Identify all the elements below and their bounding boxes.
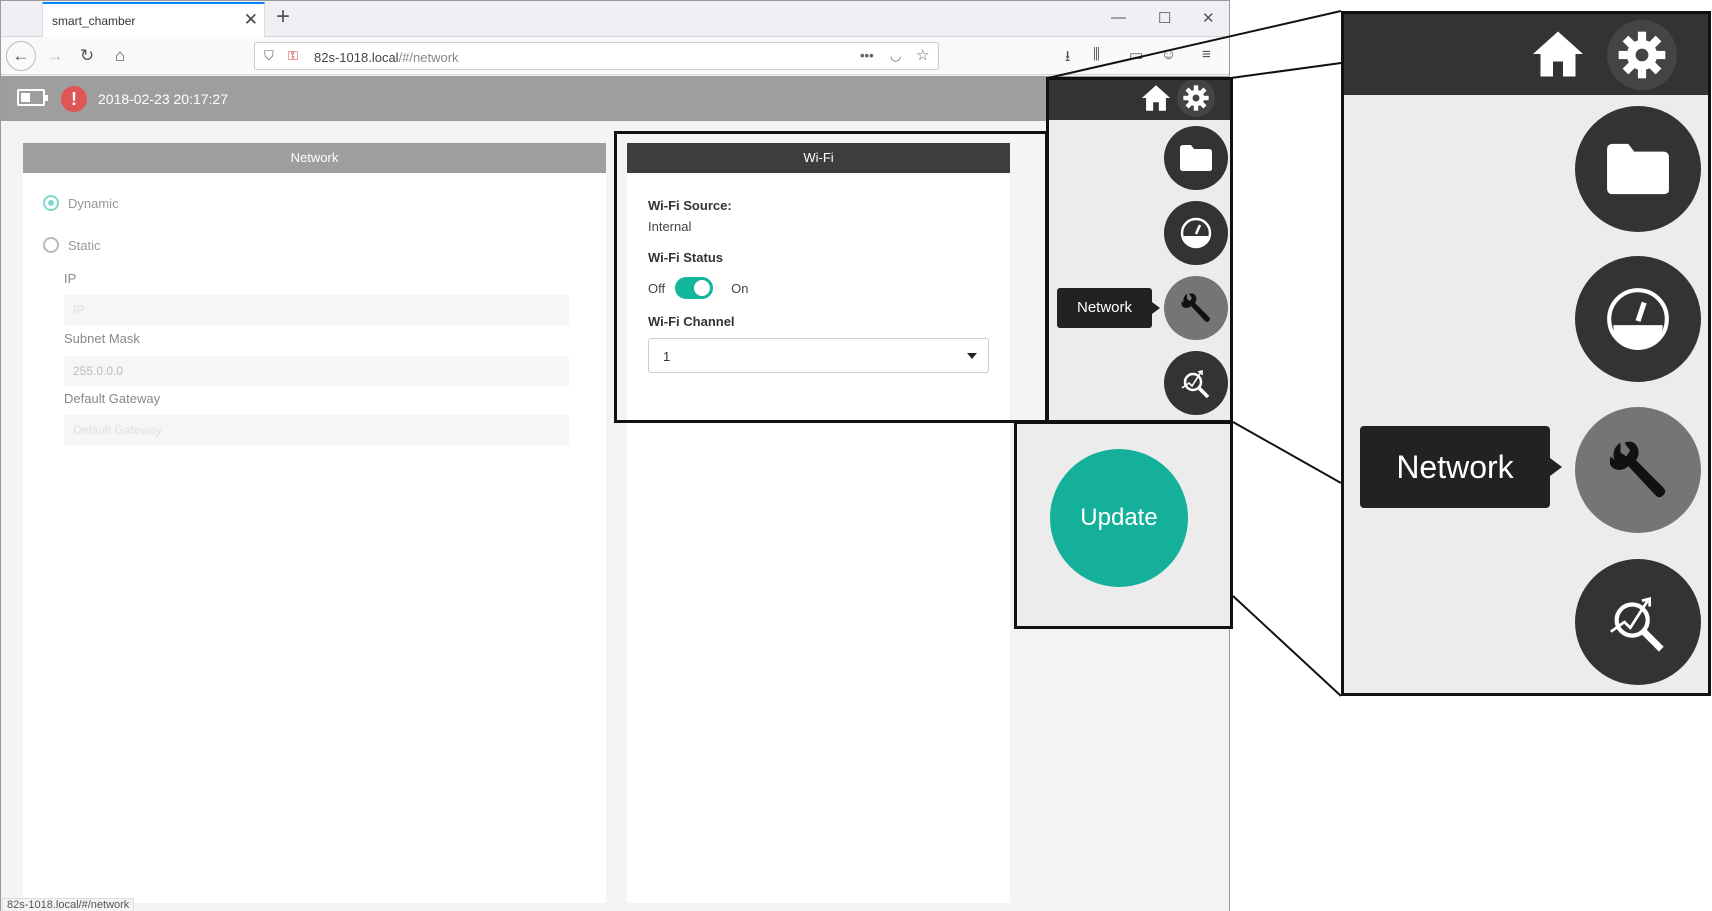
zoom-network-button xyxy=(1575,407,1701,533)
zoom-gauge-icon xyxy=(1607,288,1669,350)
gateway-input[interactable] xyxy=(64,415,569,445)
tab-title: smart_chamber xyxy=(52,14,136,28)
downloads-icon[interactable]: ⭳ xyxy=(1065,46,1070,71)
zoom-gauge-button xyxy=(1575,256,1701,382)
zoom-gear-icon xyxy=(1618,31,1666,79)
battery-icon xyxy=(17,89,48,106)
browser-tab[interactable]: smart_chamber ✕ xyxy=(42,2,265,37)
static-label: Static xyxy=(68,237,101,253)
status-bar-url: 82s-1018.local/#/network xyxy=(2,898,135,911)
dynamic-label: Dynamic xyxy=(68,195,119,211)
subnet-input[interactable]: 255.0.0.0 xyxy=(64,356,569,386)
new-tab-icon[interactable]: + xyxy=(276,5,290,29)
ip-label: IP xyxy=(64,271,77,286)
url-bar[interactable]: ⛉ ⚿ 82s-1018.local/#/network ••• ◡ ☆ xyxy=(254,42,939,70)
static-radio[interactable] xyxy=(43,237,59,253)
alert-icon[interactable]: ! xyxy=(61,86,87,112)
minimize-icon[interactable]: — xyxy=(1111,9,1126,26)
forward-icon[interactable]: → xyxy=(42,43,68,69)
zoom-folder-icon xyxy=(1607,143,1669,195)
shield-icon[interactable]: ⛉ xyxy=(264,48,274,64)
menu-icon[interactable]: ≡ xyxy=(1202,46,1211,63)
url-path: /#/network xyxy=(398,50,459,65)
url-text[interactable]: 82s-1018.local/#/network xyxy=(314,50,459,65)
insecure-lock-icon[interactable]: ⚿ xyxy=(288,48,298,64)
rail-highlight-frame xyxy=(1046,77,1233,423)
zoom-settings-button xyxy=(1607,20,1677,90)
dynamic-radio[interactable] xyxy=(43,195,59,211)
bookmark-star-icon[interactable]: ☆ xyxy=(916,46,929,64)
subnet-label: Subnet Mask xyxy=(64,331,140,346)
reload-icon[interactable]: ↻ xyxy=(74,43,100,69)
back-icon[interactable]: ← xyxy=(6,41,36,71)
pocket-icon[interactable]: ◡ xyxy=(890,48,901,64)
close-tab-icon[interactable]: ✕ xyxy=(244,10,258,30)
zoom-files-button xyxy=(1575,106,1701,232)
zoom-analysis-button xyxy=(1575,559,1701,685)
network-card-title: Network xyxy=(23,143,606,173)
highlight-frame xyxy=(614,131,1048,423)
dynamic-radio-option[interactable]: Dynamic xyxy=(43,195,119,211)
tab-bar: smart_chamber ✕ + — ☐ ✕ xyxy=(1,1,1229,37)
gateway-label: Default Gateway xyxy=(64,391,161,406)
url-host: 82s-1018.local xyxy=(314,50,399,65)
home-icon[interactable]: ⌂ xyxy=(107,43,133,69)
datetime: 2018-02-23 20:17:27 xyxy=(98,91,228,107)
zoom-wrench-icon xyxy=(1609,441,1666,498)
zoom-analysis-icon xyxy=(1610,596,1664,652)
network-card: Network Dynamic Static IP Subnet Mask 25… xyxy=(23,143,606,903)
zoom-panel: Network xyxy=(1341,11,1711,696)
close-window-icon[interactable]: ✕ xyxy=(1202,9,1215,27)
ip-input[interactable] xyxy=(64,295,569,325)
library-icon[interactable]: ⫼ xyxy=(1093,46,1100,63)
page-actions-icon[interactable]: ••• xyxy=(860,48,874,63)
maximize-icon[interactable]: ☐ xyxy=(1158,9,1171,27)
zoom-home-icon xyxy=(1533,31,1583,77)
update-button[interactable]: Update xyxy=(1050,449,1188,587)
account-icon[interactable]: ☺ xyxy=(1161,46,1176,63)
nav-bar: ← → ↻ ⌂ ⛉ ⚿ 82s-1018.local/#/network •••… xyxy=(1,37,1229,75)
sidebar-icon[interactable]: ▭ xyxy=(1129,46,1143,64)
zoom-network-tooltip: Network xyxy=(1360,426,1562,508)
static-radio-option[interactable]: Static xyxy=(43,237,101,253)
